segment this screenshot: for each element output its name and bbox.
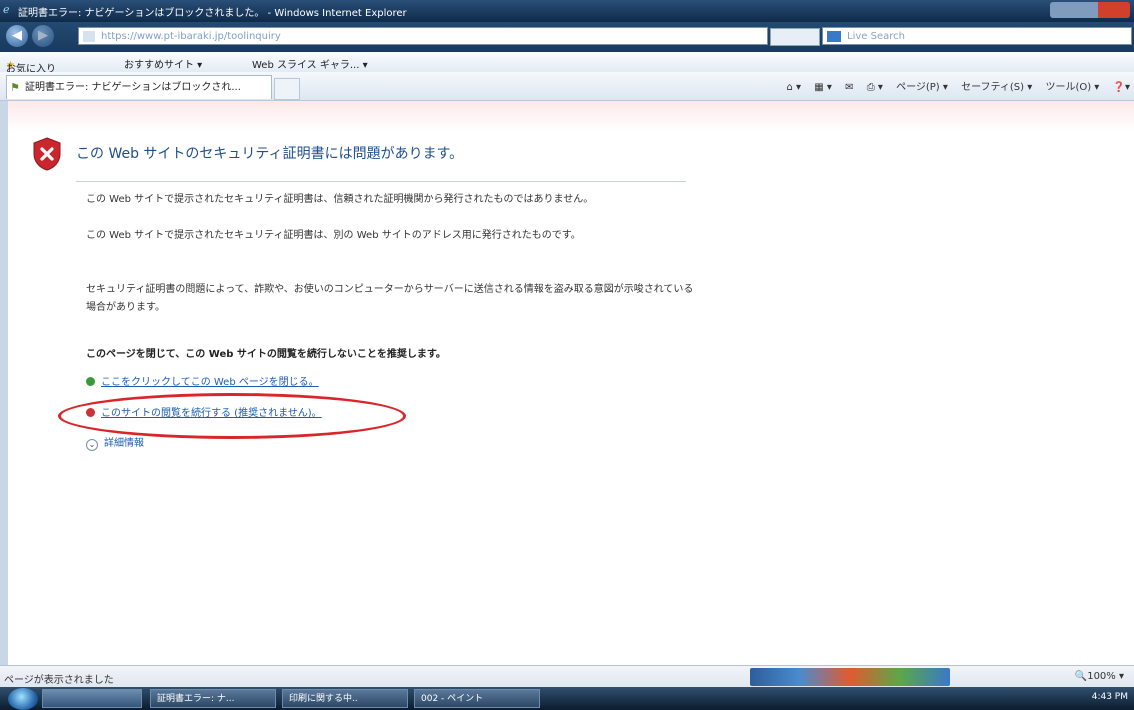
feeds-icon[interactable]: ▦ ▾ [814, 82, 832, 93]
tab-title: 証明書エラー: ナビゲーションはブロックされ... [25, 82, 241, 93]
reason-mismatch: この Web サイトで提示されたセキュリティ証明書は、別の Web サイトのアド… [86, 230, 581, 241]
window-titlebar: ℯ 証明書エラー: ナビゲーションはブロックされました。 - Windows I… [0, 0, 1134, 22]
taskbar-button-print-help[interactable]: 印刷に関する中.. [282, 689, 408, 708]
forward-button[interactable]: ▶ [32, 25, 54, 47]
home-icon[interactable]: ⌂ ▾ [787, 82, 802, 93]
window-title: 証明書エラー: ナビゲーションはブロックされました。 - Windows Int… [18, 8, 407, 19]
close-page-link-text: ここをクリックしてこの Web ページを閉じる。 [101, 377, 319, 388]
taskbar-button-paint[interactable]: 002 - ペイント [414, 689, 540, 708]
close-page-link[interactable]: ここをクリックしてこの Web ページを閉じる。 [86, 373, 319, 388]
windows-taskbar: 証明書エラー: ナ... 印刷に関する中.. 002 - ペイント 4:43 P… [0, 687, 1134, 710]
address-url: https://www.pt-ibaraki.jp/toolinquiry [101, 31, 281, 42]
back-button[interactable]: ◀ [6, 25, 28, 47]
page-title: この Web サイトのセキュリティ証明書には問題があります。 [76, 146, 464, 162]
zoom-level[interactable]: 🔍100% ▾ [1075, 671, 1124, 682]
safety-menu[interactable]: セーフティ(S) ▾ [961, 82, 1032, 93]
window-controls[interactable] [1050, 2, 1130, 18]
system-clock[interactable]: 4:43 PM [1092, 692, 1128, 702]
mail-icon[interactable]: ✉ [845, 82, 853, 93]
page-favicon-icon [83, 31, 95, 42]
highlight-oval [58, 393, 406, 439]
shield-error-icon [33, 137, 61, 171]
live-search-icon [827, 31, 841, 42]
address-input[interactable]: https://www.pt-ibaraki.jp/toolinquiry [78, 27, 768, 45]
suggested-sites-button[interactable]: おすすめサイト ▾ [124, 56, 202, 71]
tools-menu[interactable]: ツール(O) ▾ [1045, 82, 1099, 93]
help-menu[interactable]: ❓▾ [1113, 82, 1130, 93]
ie-logo-icon: ℯ [3, 3, 10, 16]
expand-icon: ⌄ [86, 439, 98, 451]
page-menu[interactable]: ページ(P) ▾ [896, 82, 948, 93]
tab-cert-error[interactable]: ⚑ 証明書エラー: ナビゲーションはブロックされ... [6, 75, 272, 99]
cert-error-page: この Web サイトのセキュリティ証明書には問題があります。 この Web サイ… [0, 101, 1134, 665]
new-tab-button[interactable] [274, 78, 300, 100]
refresh-stop-buttons[interactable] [770, 28, 820, 46]
divider [76, 181, 686, 182]
address-toolbar: ◀ ▶ https://www.pt-ibaraki.jp/toolinquir… [0, 22, 1134, 52]
command-bar: ⌂ ▾ ▦ ▾ ✉ ⎙ ▾ ページ(P) ▾ セーフティ(S) ▾ ツール(O)… [777, 78, 1130, 93]
web-slice-gallery-button[interactable]: Web スライス ギャラ... ▾ [252, 56, 368, 71]
language-bar-icons[interactable] [750, 668, 950, 686]
quick-launch-icons[interactable] [42, 689, 142, 708]
status-text: ページが表示されました [4, 675, 114, 686]
reason-untrusted: この Web サイトで提示されたセキュリティ証明書は、信頼された証明機関から発行… [86, 194, 594, 205]
more-information-toggle[interactable]: ⌄ 詳細情報 [86, 434, 144, 451]
risk-explanation: セキュリティ証明書の問題によって、詐欺や、お使いのコンピューターからサーバーに送… [86, 284, 694, 313]
status-bar: ページが表示されました 🔍100% ▾ [0, 665, 1134, 688]
green-shield-icon [86, 377, 95, 386]
cert-error-tab-icon: ⚑ [10, 81, 20, 94]
search-input[interactable]: Live Search [822, 27, 1132, 45]
favorites-bar: ★ お気に入り おすすめサイト ▾ Web スライス ギャラ... ▾ [0, 52, 1134, 75]
print-icon[interactable]: ⎙ ▾ [867, 82, 883, 93]
start-button[interactable] [8, 688, 38, 710]
search-placeholder: Live Search [847, 31, 905, 42]
more-info-text: 詳細情報 [104, 438, 144, 449]
recommendation-text: このページを閉じて、この Web サイトの閲覧を続行しないことを推奨します。 [86, 349, 446, 360]
taskbar-button-ie[interactable]: 証明書エラー: ナ... [150, 689, 276, 708]
